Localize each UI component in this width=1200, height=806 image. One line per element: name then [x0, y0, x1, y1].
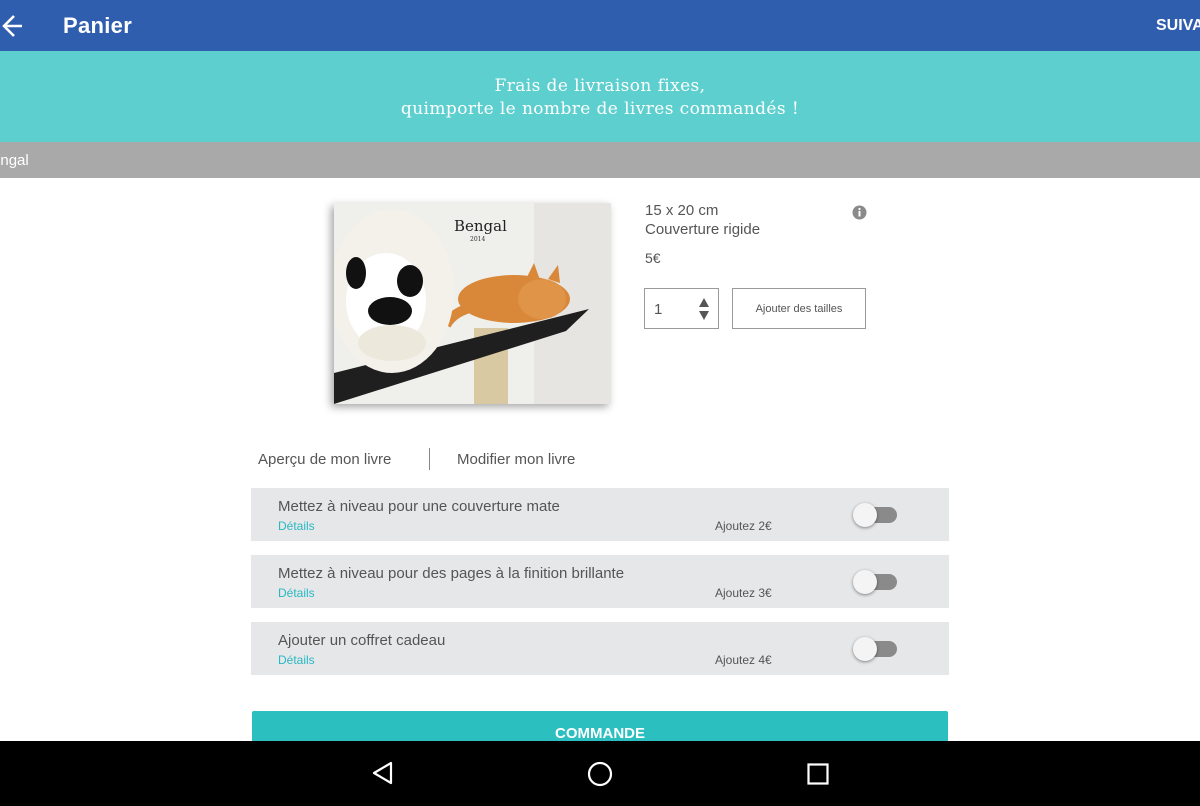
- option-price: Ajoutez 4€: [715, 653, 772, 667]
- option-price: Ajoutez 2€: [715, 519, 772, 533]
- cover-title: Bengal: [454, 217, 507, 235]
- book-price: 5€: [645, 250, 661, 266]
- option-toggle[interactable]: [853, 503, 897, 527]
- promo-line-2: quimporte le nombre de livres commandés …: [400, 99, 800, 119]
- app-bar: Panier SUIVANT: [0, 0, 1200, 51]
- square-recent-icon[interactable]: [807, 763, 829, 785]
- preview-book-link[interactable]: Aperçu de mon livre: [258, 451, 391, 468]
- shipping-promo-banner: Frais de livraison fixes, quimporte le n…: [0, 51, 1200, 142]
- arrow-left-icon[interactable]: [0, 14, 22, 38]
- option-label: Ajouter un coffret cadeau: [278, 632, 446, 649]
- book-size: 15 x 20 cm: [645, 202, 719, 219]
- triangle-back-icon[interactable]: [371, 761, 395, 785]
- option-toggle[interactable]: [853, 570, 897, 594]
- option-label: Mettez à niveau pour une couverture mate: [278, 498, 560, 515]
- option-toggle[interactable]: [853, 637, 897, 661]
- toggle-knob: [853, 637, 877, 661]
- cover-year: 2014: [470, 236, 486, 243]
- edit-book-link[interactable]: Modifier mon livre: [457, 451, 575, 468]
- stepper-arrows-icon[interactable]: [698, 297, 710, 321]
- quantity-stepper[interactable]: 1: [644, 288, 719, 329]
- book-cover-type: Couverture rigide: [645, 221, 761, 238]
- option-price: Ajoutez 3€: [715, 586, 772, 600]
- info-icon[interactable]: [852, 205, 867, 220]
- option-details-link[interactable]: Détails: [278, 586, 315, 600]
- book-cover-image[interactable]: Bengal 2014: [334, 203, 611, 404]
- circle-home-icon[interactable]: [587, 761, 613, 787]
- links-divider: [429, 448, 430, 470]
- book-section-header: Bengal: [0, 142, 1200, 178]
- page-title: Panier: [63, 13, 133, 38]
- book-section-title: Bengal: [0, 152, 29, 169]
- quantity-value: 1: [654, 301, 663, 318]
- option-glossy-pages: Mettez à niveau pour des pages à la fini…: [251, 555, 949, 608]
- system-nav-bar: [0, 741, 1200, 806]
- add-sizes-button[interactable]: Ajouter des tailles: [732, 288, 866, 329]
- option-gift-box: Ajouter un coffret cadeau Détails Ajoute…: [251, 622, 949, 675]
- next-button[interactable]: SUIVANT: [1156, 17, 1200, 35]
- toggle-knob: [853, 570, 877, 594]
- option-details-link[interactable]: Détails: [278, 653, 315, 667]
- option-label: Mettez à niveau pour des pages à la fini…: [278, 565, 625, 582]
- option-matte-cover: Mettez à niveau pour une couverture mate…: [251, 488, 949, 541]
- toggle-knob: [853, 503, 877, 527]
- promo-line-1: Frais de livraison fixes,: [494, 76, 706, 96]
- option-details-link[interactable]: Détails: [278, 519, 315, 533]
